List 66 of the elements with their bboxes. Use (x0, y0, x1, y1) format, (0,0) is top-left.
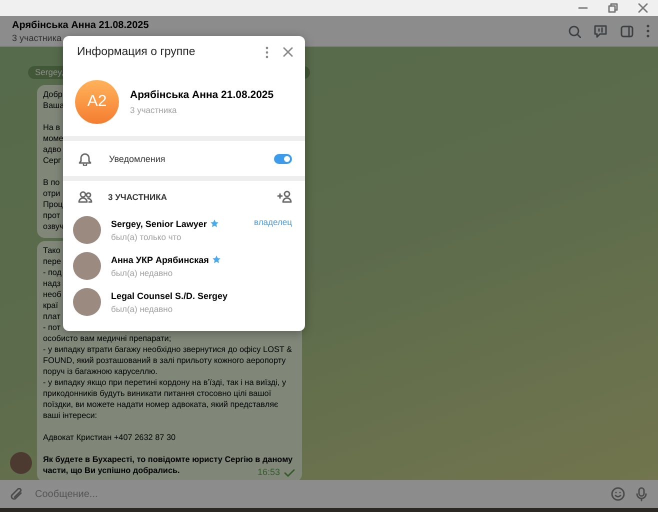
message-text-line: прикодонників будуть виникати питання стосовно цілі вашої (43, 388, 272, 399)
message-text-line: Проц (43, 199, 63, 210)
maximize-icon[interactable] (608, 3, 618, 13)
message-text-line: В по (43, 177, 60, 188)
message-text-line: Як будете в Бухаресті, то повідомте юристу Сергію в даному (43, 454, 293, 465)
member-status: был(а) только что (111, 232, 182, 242)
add-person-icon[interactable] (277, 190, 292, 203)
more-icon[interactable] (265, 46, 269, 58)
message-text-line: пере (43, 256, 62, 267)
message-text-line: поруч із багажною каруселлю. (43, 366, 158, 377)
group-name: Арябінська Анна 21.08.2025 (130, 89, 274, 101)
message-text-line: - у випадку якщо при перетині кордону на вʼїзді, так і на виїзді, у (43, 377, 286, 388)
message-text-line: - у випадку втрати багажу необхідно звернутися до офісу LOST & (43, 344, 292, 355)
dialog-title: Информация о группе (77, 46, 196, 58)
message-text-line: особисто вам медичні препарати; (43, 333, 172, 344)
message-text-line: На в (43, 122, 60, 133)
message-text-line: плат (43, 311, 60, 322)
people-icon (78, 190, 93, 203)
member-name[interactable]: Анна УКР Арябинская (111, 254, 209, 264)
microphone-icon[interactable] (635, 486, 648, 502)
message-text-line: необ (43, 289, 62, 300)
avatar-photo[interactable] (73, 216, 101, 244)
message-text-line: отри (43, 188, 60, 199)
members-header: 3 УЧАСТНИКА (108, 192, 168, 202)
close-icon[interactable] (638, 3, 648, 13)
chat-subtitle: 3 участника (12, 32, 62, 42)
message-text-line: Добр (43, 89, 62, 100)
close-icon[interactable] (283, 47, 293, 57)
group-avatar: A2 (75, 80, 119, 124)
message-text-line: озвуч (43, 221, 64, 232)
member-name[interactable]: Legal Counsel S./D. Sergey (111, 290, 228, 300)
message-text-line: моме (43, 133, 64, 144)
message-text-line: Серг (43, 155, 62, 166)
message-text-line: краї (43, 300, 58, 311)
member-name[interactable]: Sergey, Senior Lawyer (111, 218, 207, 228)
message-text-line: - под (43, 267, 62, 278)
notifications-label: Уведомления (109, 154, 166, 164)
message-composer[interactable]: Сообщение... (0, 480, 658, 508)
paperclip-icon[interactable] (10, 488, 23, 500)
message-time: 16:53 (257, 467, 280, 478)
notifications-toggle[interactable] (274, 154, 292, 164)
search-icon[interactable] (568, 24, 581, 38)
avatar-photo[interactable] (73, 252, 101, 280)
message-text-line: прот (43, 210, 60, 221)
avatar-photo[interactable] (73, 288, 101, 316)
message-text-line: адво (43, 144, 62, 155)
chat-title: Арябінська Анна 21.08.2025 (12, 20, 150, 30)
member-status: был(а) недавно (111, 304, 174, 314)
message-text-line: ваші інтереси: (43, 410, 98, 421)
owner-label: владелец (254, 217, 292, 227)
member-status: был(а) недавно (111, 268, 174, 278)
sidebar-icon[interactable] (620, 24, 634, 38)
message-text-line: части, що Ви успішно добрались. (43, 465, 180, 476)
message-input[interactable]: Сообщение... (33, 488, 601, 500)
emoji-icon[interactable] (611, 487, 625, 501)
message-text-line: надз (43, 278, 61, 289)
message-text-line: Адвокат Кристиан +407 2632 87 30 (43, 432, 176, 443)
more-icon[interactable] (646, 24, 650, 38)
member-count: 3 участника (130, 105, 178, 115)
bell-icon (78, 152, 92, 166)
message-text-line: поїздки, ви можете надати номер адвоката, який представляє (43, 399, 278, 410)
message-text-line: FOUND, який розташований в залі прильоту кожного аеропорту (43, 355, 286, 366)
chat-bubble-icon[interactable] (593, 24, 608, 38)
message-text-line: - пот (43, 322, 61, 333)
avatar-photo[interactable] (10, 452, 32, 474)
message-text-line: Тако (43, 245, 60, 256)
